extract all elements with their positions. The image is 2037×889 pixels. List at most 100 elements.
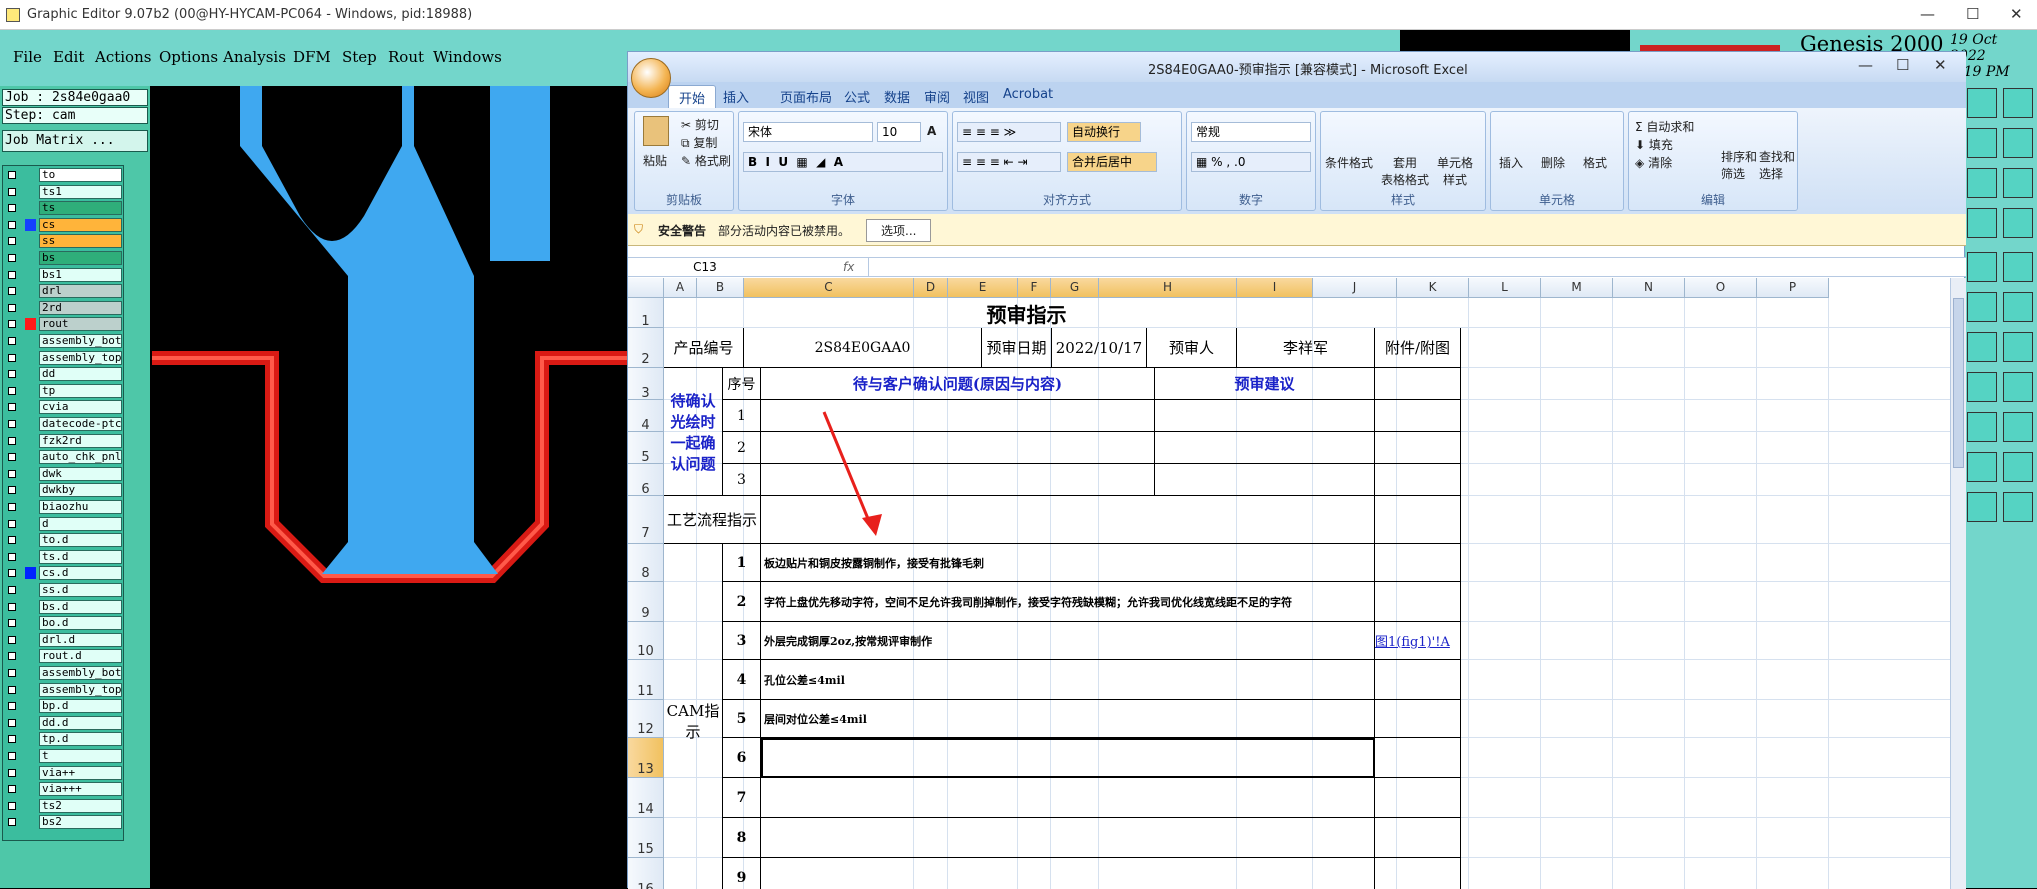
- cell-styles-button[interactable]: 单元格 样式: [1437, 154, 1473, 188]
- column-header[interactable]: O: [1685, 278, 1757, 298]
- vertical-scrollbar[interactable]: [1950, 278, 1966, 889]
- layer-row[interactable]: ts2: [3, 798, 123, 813]
- layer-row[interactable]: bp.d: [3, 699, 123, 714]
- cam-item-number[interactable]: 4: [723, 660, 761, 700]
- scroll-thumb[interactable]: [1953, 298, 1964, 468]
- align-vertical-buttons[interactable]: ≡ ≡ ≡ ≫: [957, 122, 1061, 142]
- suggest-cell[interactable]: [1155, 432, 1375, 464]
- excel-close-button[interactable]: ✕: [1934, 56, 1947, 74]
- layer-checkbox[interactable]: [8, 486, 16, 495]
- layer-checkbox[interactable]: [8, 785, 16, 794]
- layer-checkbox[interactable]: [8, 768, 16, 777]
- clear-button[interactable]: ◈ 清除: [1635, 154, 1672, 171]
- copy-button[interactable]: ⧉ 复制: [681, 134, 717, 151]
- column-header[interactable]: P: [1757, 278, 1829, 298]
- pending-confirm-label[interactable]: 待确认光绘时一起确认问题: [664, 368, 723, 496]
- row-header[interactable]: 9: [628, 582, 664, 622]
- font-format-buttons[interactable]: B I U ▦ ◢ A: [743, 152, 943, 172]
- layer-checkbox[interactable]: [8, 569, 16, 578]
- tool-button[interactable]: [1967, 88, 1997, 118]
- tool-button[interactable]: [2003, 372, 2033, 402]
- issue-header[interactable]: 待与客户确认问题(原因与内容): [761, 368, 1155, 400]
- worksheet-grid[interactable]: ABCDEFGHIJKLMNOPQ12345678910111213141516…: [628, 278, 1950, 889]
- menu-dfm[interactable]: DFM: [293, 48, 331, 66]
- cam-item-attachment[interactable]: [1375, 700, 1461, 738]
- attachment-label[interactable]: 附件/附图: [1375, 328, 1461, 368]
- layer-row[interactable]: dd.d: [3, 715, 123, 730]
- tool-button[interactable]: [2003, 292, 2033, 322]
- cam-item-text[interactable]: [761, 738, 1375, 778]
- layer-row[interactable]: rout.d: [3, 649, 123, 664]
- tool-button[interactable]: [1967, 412, 1997, 442]
- minimize-button[interactable]: —: [1920, 5, 1935, 23]
- cam-item-number[interactable]: 7: [723, 778, 761, 818]
- cam-item-attachment[interactable]: [1375, 858, 1461, 889]
- row-header[interactable]: 7: [628, 496, 664, 544]
- layer-checkbox[interactable]: [8, 320, 16, 329]
- column-header[interactable]: M: [1541, 278, 1613, 298]
- seq-cell[interactable]: 2: [723, 432, 761, 464]
- seq-cell[interactable]: 3: [723, 464, 761, 496]
- column-header[interactable]: I: [1237, 278, 1313, 298]
- attach-cell[interactable]: [1375, 432, 1461, 464]
- layer-checkbox[interactable]: [8, 254, 16, 262]
- layer-row[interactable]: ss.d: [3, 583, 123, 597]
- column-header[interactable]: K: [1397, 278, 1469, 298]
- layer-checkbox[interactable]: [8, 204, 16, 213]
- grow-font-icon[interactable]: A: [927, 124, 936, 138]
- layer-checkbox[interactable]: [8, 635, 16, 644]
- layer-checkbox[interactable]: [8, 552, 16, 561]
- layer-checkbox[interactable]: [8, 536, 16, 545]
- layer-row[interactable]: fzk2rd: [3, 433, 123, 448]
- layer-checkbox[interactable]: [8, 685, 16, 694]
- layer-row[interactable]: bs1: [3, 267, 123, 282]
- suggest-header[interactable]: 预审建议: [1155, 368, 1375, 400]
- tool-button[interactable]: [2003, 168, 2033, 198]
- tab-ribbon-1[interactable]: 插入: [723, 87, 749, 106]
- column-header[interactable]: H: [1099, 278, 1237, 298]
- cam-item-text[interactable]: 板边贴片和铜皮按露铜制作，接受有批锋毛刺: [761, 544, 1375, 582]
- column-header[interactable]: B: [697, 278, 744, 298]
- column-header[interactable]: G: [1051, 278, 1099, 298]
- column-header[interactable]: N: [1613, 278, 1685, 298]
- layer-checkbox[interactable]: [8, 602, 16, 611]
- autosum-button[interactable]: Σ 自动求和: [1635, 118, 1694, 135]
- cam-item-text[interactable]: 外层完成铜厚2oz,按常规评审制作: [761, 622, 1375, 660]
- row-header[interactable]: 11: [628, 660, 664, 700]
- find-select-button[interactable]: 查找和 选择: [1759, 148, 1795, 182]
- tool-button[interactable]: [1967, 208, 1997, 238]
- layer-row[interactable]: dwkby: [3, 483, 123, 498]
- close-button[interactable]: ✕: [2010, 5, 2023, 23]
- layer-row[interactable]: auto_chk_pnl: [3, 450, 123, 465]
- layer-row[interactable]: via++: [3, 765, 123, 780]
- layer-row[interactable]: bo.d: [3, 616, 123, 631]
- suggest-cell[interactable]: [1155, 464, 1375, 496]
- layer-checkbox[interactable]: [8, 669, 16, 677]
- number-format-buttons[interactable]: ▦ % , .0: [1191, 152, 1311, 172]
- layer-row[interactable]: tp: [3, 383, 123, 398]
- excel-minimize-button[interactable]: —: [1858, 56, 1873, 74]
- seq-cell[interactable]: 1: [723, 400, 761, 432]
- sort-filter-button[interactable]: 排序和 筛选: [1721, 148, 1757, 182]
- cam-item-text[interactable]: 字符上盘优先移动字符，空间不足允许我司削掉制作，接受字符残缺模糊；允许我司优化线…: [761, 582, 1375, 622]
- layer-checkbox[interactable]: [8, 818, 16, 827]
- attach-cell[interactable]: [1375, 400, 1461, 432]
- layer-checkbox[interactable]: [8, 586, 16, 594]
- row-header[interactable]: 12: [628, 700, 664, 738]
- layer-row[interactable]: rout: [3, 317, 123, 332]
- tab-ribbon-4[interactable]: 数据: [884, 87, 910, 106]
- cam-item-text[interactable]: 层间对位公差≤4mil: [761, 700, 1375, 738]
- cam-item-attachment[interactable]: [1375, 660, 1461, 700]
- layer-row[interactable]: assembly_bot: [3, 334, 123, 348]
- row-header[interactable]: 16: [628, 858, 664, 889]
- layer-row[interactable]: t: [3, 749, 123, 763]
- menu-options[interactable]: Options: [159, 48, 218, 66]
- cam-item-attachment[interactable]: [1375, 738, 1461, 778]
- layer-row[interactable]: drl: [3, 284, 123, 299]
- menu-analysis[interactable]: Analysis: [223, 48, 286, 66]
- sheet-title[interactable]: 预审指示: [664, 298, 1389, 328]
- tool-button[interactable]: [1967, 292, 1997, 322]
- layer-checkbox[interactable]: [8, 702, 16, 711]
- cam-item-number[interactable]: 2: [723, 582, 761, 622]
- cam-item-attachment[interactable]: 图1(fig1)'!A: [1375, 622, 1461, 660]
